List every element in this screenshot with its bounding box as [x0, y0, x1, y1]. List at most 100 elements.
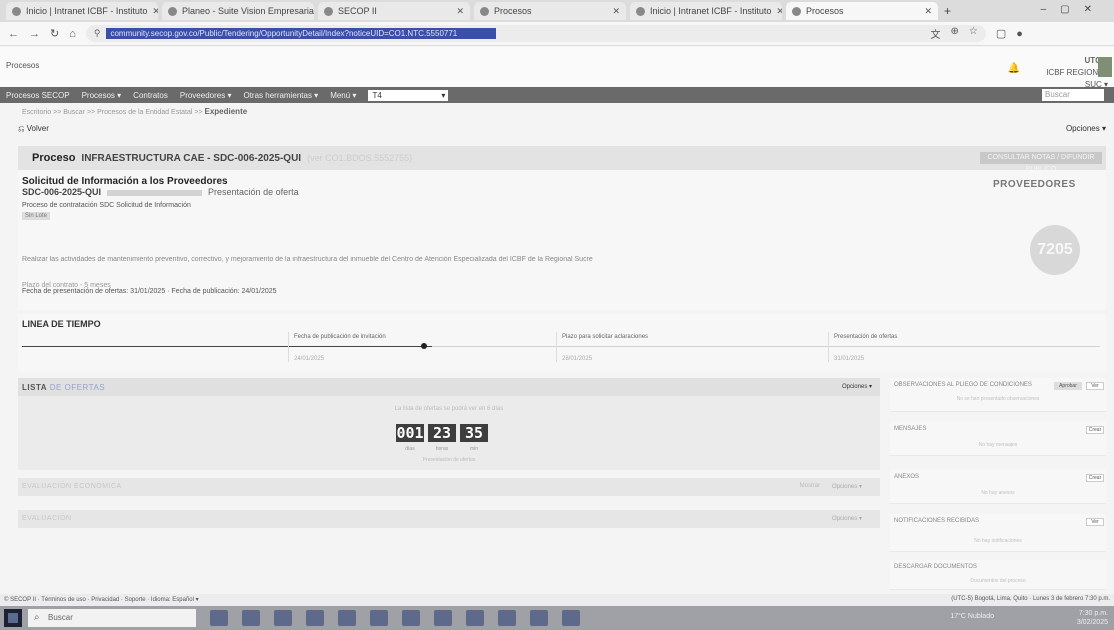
url-field[interactable]: ⚲ community.secop.gov.co/Public/Tenderin… [85, 25, 986, 42]
process-code: SDC-006-2025-QUI [22, 187, 102, 197]
close-icon[interactable]: ✕ [456, 6, 464, 17]
consult-button[interactable]: CONSULTAR NOTAS / DIFUNDIR PUBLICO [980, 152, 1102, 173]
offers-title: LISTA DE OFERTAS [22, 383, 105, 392]
favicon-icon [792, 6, 801, 16]
create-button[interactable]: Crear [1086, 474, 1104, 482]
extensions-icon[interactable]: ▢ [996, 27, 1006, 40]
menu-item-menu[interactable]: Menú ▾ [330, 91, 356, 100]
browser-tab[interactable]: SECOP II ✕ [318, 2, 470, 20]
windows-start-icon[interactable] [4, 609, 22, 627]
new-tab-icon[interactable]: + [944, 4, 951, 18]
offers-options-button[interactable]: Opciones ▾ [842, 383, 872, 390]
attachments-card: ANEXOS Crear No hay anexos [890, 470, 1106, 504]
favicon-icon [12, 6, 21, 16]
os-taskbar: Buscar 17°C Nublado 7:30 p.m. 3/02/2025 [0, 606, 1114, 630]
window-controls[interactable]: –▢✕ [1041, 4, 1106, 15]
app-icon[interactable] [338, 610, 356, 626]
back-arrow-icon[interactable]: ← [8, 28, 19, 40]
close-icon[interactable]: ✕ [776, 6, 782, 17]
breadcrumb-current: Expediente [204, 107, 248, 116]
menu-item-herramientas[interactable]: Otras herramientas ▾ [243, 91, 318, 100]
offers-foot: Presentación de ofertas [422, 457, 476, 463]
app-icon[interactable] [562, 610, 580, 626]
app-icon[interactable] [434, 610, 452, 626]
menu-select[interactable]: T4 [368, 89, 449, 101]
app-icon[interactable] [498, 610, 516, 626]
site-brand[interactable]: Procesos [6, 61, 39, 70]
approve-button[interactable]: Aprobar [1054, 382, 1082, 390]
favicon-icon [324, 6, 333, 16]
forward-arrow-icon[interactable]: → [29, 28, 40, 40]
browser-tab-active[interactable]: Procesos ✕ [786, 2, 938, 20]
menu-item-proveedores[interactable]: Proveedores ▾ [180, 91, 232, 100]
footer-links[interactable]: © SECOP II · Términos de uso · Privacida… [4, 596, 199, 603]
address-actions: 文 ⊕ ☆ [931, 26, 978, 41]
browser-tab[interactable]: Planeo - Suite Vision Empresarial✕ [162, 2, 314, 20]
show-toggle[interactable]: Mostrar [800, 483, 820, 489]
back-button[interactable]: ⎌ Volver [18, 124, 49, 134]
menu-item-procesos[interactable]: Procesos ▾ [82, 91, 122, 100]
browser-tab[interactable]: Inicio | Intranet ICBF - Instituto ✕ [630, 2, 782, 20]
app-icon[interactable] [242, 610, 260, 626]
process-details: Solicitud de Información a los Proveedor… [18, 170, 1106, 310]
create-button[interactable]: Crear [1086, 426, 1104, 434]
providers-label: PROVEEDORES [993, 179, 1076, 190]
system-clock[interactable]: 7:30 p.m. 3/02/2025 [1077, 609, 1108, 627]
home-icon[interactable]: ⌂ [69, 28, 76, 40]
user-name: UTC-5 [1084, 56, 1108, 65]
site-info-icon[interactable]: ⚲ [94, 28, 101, 39]
process-state: Presentación de oferta [208, 187, 299, 197]
star-icon[interactable]: ☆ [969, 26, 978, 41]
app-icon[interactable] [530, 610, 548, 626]
zoom-icon[interactable]: ⊕ [951, 26, 959, 41]
back-label: Volver [26, 124, 49, 133]
offers-title-main: LISTA [22, 383, 48, 392]
section-options-button[interactable]: Opciones ▾ [832, 515, 862, 522]
breadcrumb-path[interactable]: Escritorio >> Buscar >> Procesos de la E… [22, 109, 205, 116]
tab-label: Inicio | Intranet ICBF - Instituto [26, 6, 148, 16]
user-box[interactable]: UTC-5 ICBF REGIONAL SUC ▾ [1030, 55, 1108, 89]
card-subtitle: No hay anexos [981, 490, 1015, 496]
close-icon[interactable]: ✕ [152, 6, 158, 17]
tab-label: Inicio | Intranet ICBF - Instituto [650, 6, 772, 16]
app-icon[interactable] [402, 610, 420, 626]
taskbar-search[interactable]: Buscar [28, 609, 196, 627]
tab-label: Procesos [494, 6, 532, 16]
search-input[interactable]: Buscar [1042, 89, 1104, 101]
app-icon[interactable] [370, 610, 388, 626]
profile-icon[interactable]: ● [1016, 28, 1023, 40]
translate-icon[interactable]: 文 [931, 26, 941, 41]
app-icon[interactable] [466, 610, 484, 626]
browser-tab[interactable]: Inicio | Intranet ICBF - Instituto ✕ [6, 2, 158, 20]
timeline-step-label: Presentación de ofertas [834, 334, 898, 340]
app-icon[interactable] [274, 610, 292, 626]
evaluation-section[interactable]: EVALUACIÓN Opciones ▾ [18, 510, 880, 528]
reload-icon[interactable]: ↻ [50, 27, 59, 40]
timeline-divider [556, 332, 557, 362]
task-view-icon[interactable] [210, 610, 228, 626]
card-title: ANEXOS [894, 474, 920, 480]
clock-date: 3/02/2025 [1076, 619, 1108, 626]
process-name: INFRAESTRUCTURA CAE - SDC-006-2025-QUI [81, 152, 302, 164]
economic-evaluation-section[interactable]: EVALUACIÓN ECONÓMICA Mostrar Opciones ▾ [18, 478, 880, 496]
close-icon[interactable]: ✕ [612, 6, 620, 17]
url-text[interactable]: community.secop.gov.co/Public/Tendering/… [106, 28, 497, 39]
card-title[interactable]: DESCARGAR DOCUMENTOS [894, 564, 977, 570]
options-button[interactable]: Opciones ▾ [1066, 124, 1106, 133]
view-button[interactable]: Ver [1086, 382, 1104, 390]
timeline-step: Plazo para solicitar aclaraciones 28/01/… [562, 334, 822, 362]
process-extra: (ver CO1.BDOS.5552755) [307, 153, 413, 163]
section-options-button[interactable]: Opciones ▾ [832, 483, 862, 490]
browser-tab[interactable]: Procesos ✕ [474, 2, 626, 20]
notifications-icon[interactable]: 🔔 [1008, 63, 1020, 74]
app-icon[interactable] [306, 610, 324, 626]
menu-item-contratos[interactable]: Contratos [133, 91, 168, 100]
avatar[interactable] [1098, 57, 1112, 77]
taskbar-apps [210, 610, 580, 626]
weather-widget[interactable]: 17°C Nublado [950, 613, 994, 620]
timeline: LINEA DE TIEMPO Fecha de publicación de … [18, 314, 1106, 372]
close-icon[interactable]: ✕ [924, 6, 932, 17]
view-button[interactable]: Ver [1086, 518, 1104, 526]
providers-count[interactable]: 7205 [1030, 225, 1080, 275]
menu-item-secop[interactable]: Procesos SECOP [6, 91, 70, 100]
